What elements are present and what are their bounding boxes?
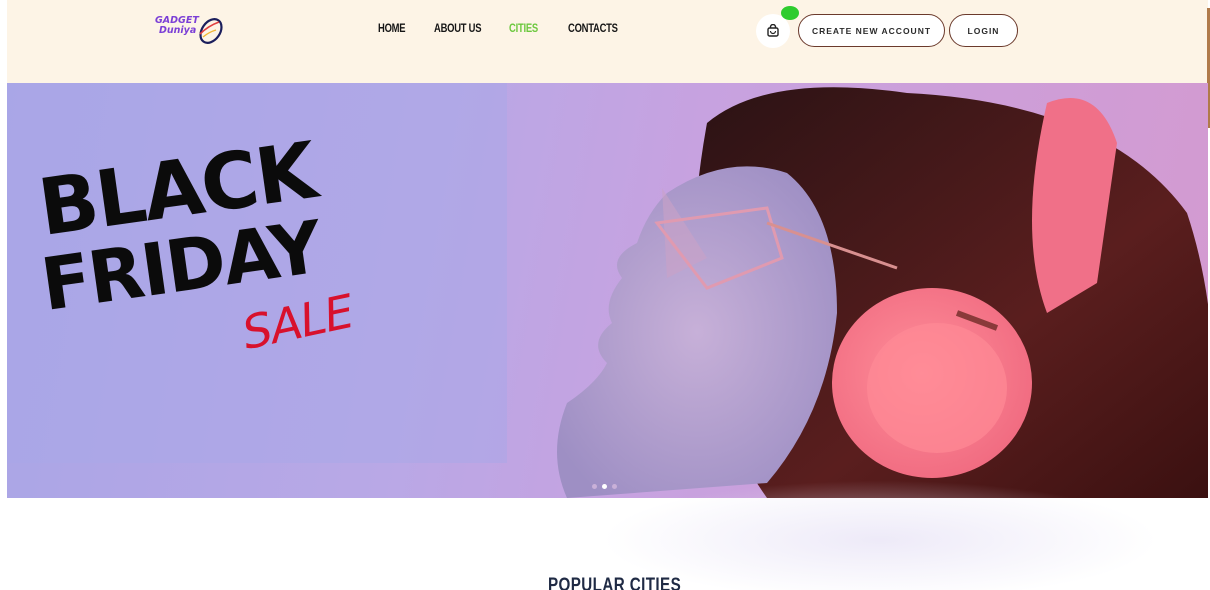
carousel-dot-1[interactable]: [592, 484, 597, 489]
section-title: POPULAR CITIES: [548, 575, 682, 590]
section-glow: [600, 480, 1160, 590]
logo-line2: Duniya: [159, 25, 197, 36]
nav-about-us[interactable]: ABOUT US: [434, 23, 482, 35]
logo-text: GADGET Duniya: [155, 16, 199, 36]
nav-cities[interactable]: CITIES: [509, 23, 538, 35]
hero-banner: BLACK FRIDAY SALE: [7, 83, 1208, 498]
brand-logo[interactable]: GADGET Duniya: [152, 12, 234, 48]
login-button[interactable]: LOGIN: [949, 14, 1018, 47]
nav-contacts[interactable]: CONTACTS: [568, 23, 618, 35]
shopping-bag-icon: [767, 24, 779, 37]
create-account-button[interactable]: CREATE NEW ACCOUNT: [798, 14, 945, 47]
cart-badge: [781, 6, 799, 20]
nav-home[interactable]: HOME: [378, 23, 406, 35]
logo-swoosh-icon: [199, 18, 223, 44]
